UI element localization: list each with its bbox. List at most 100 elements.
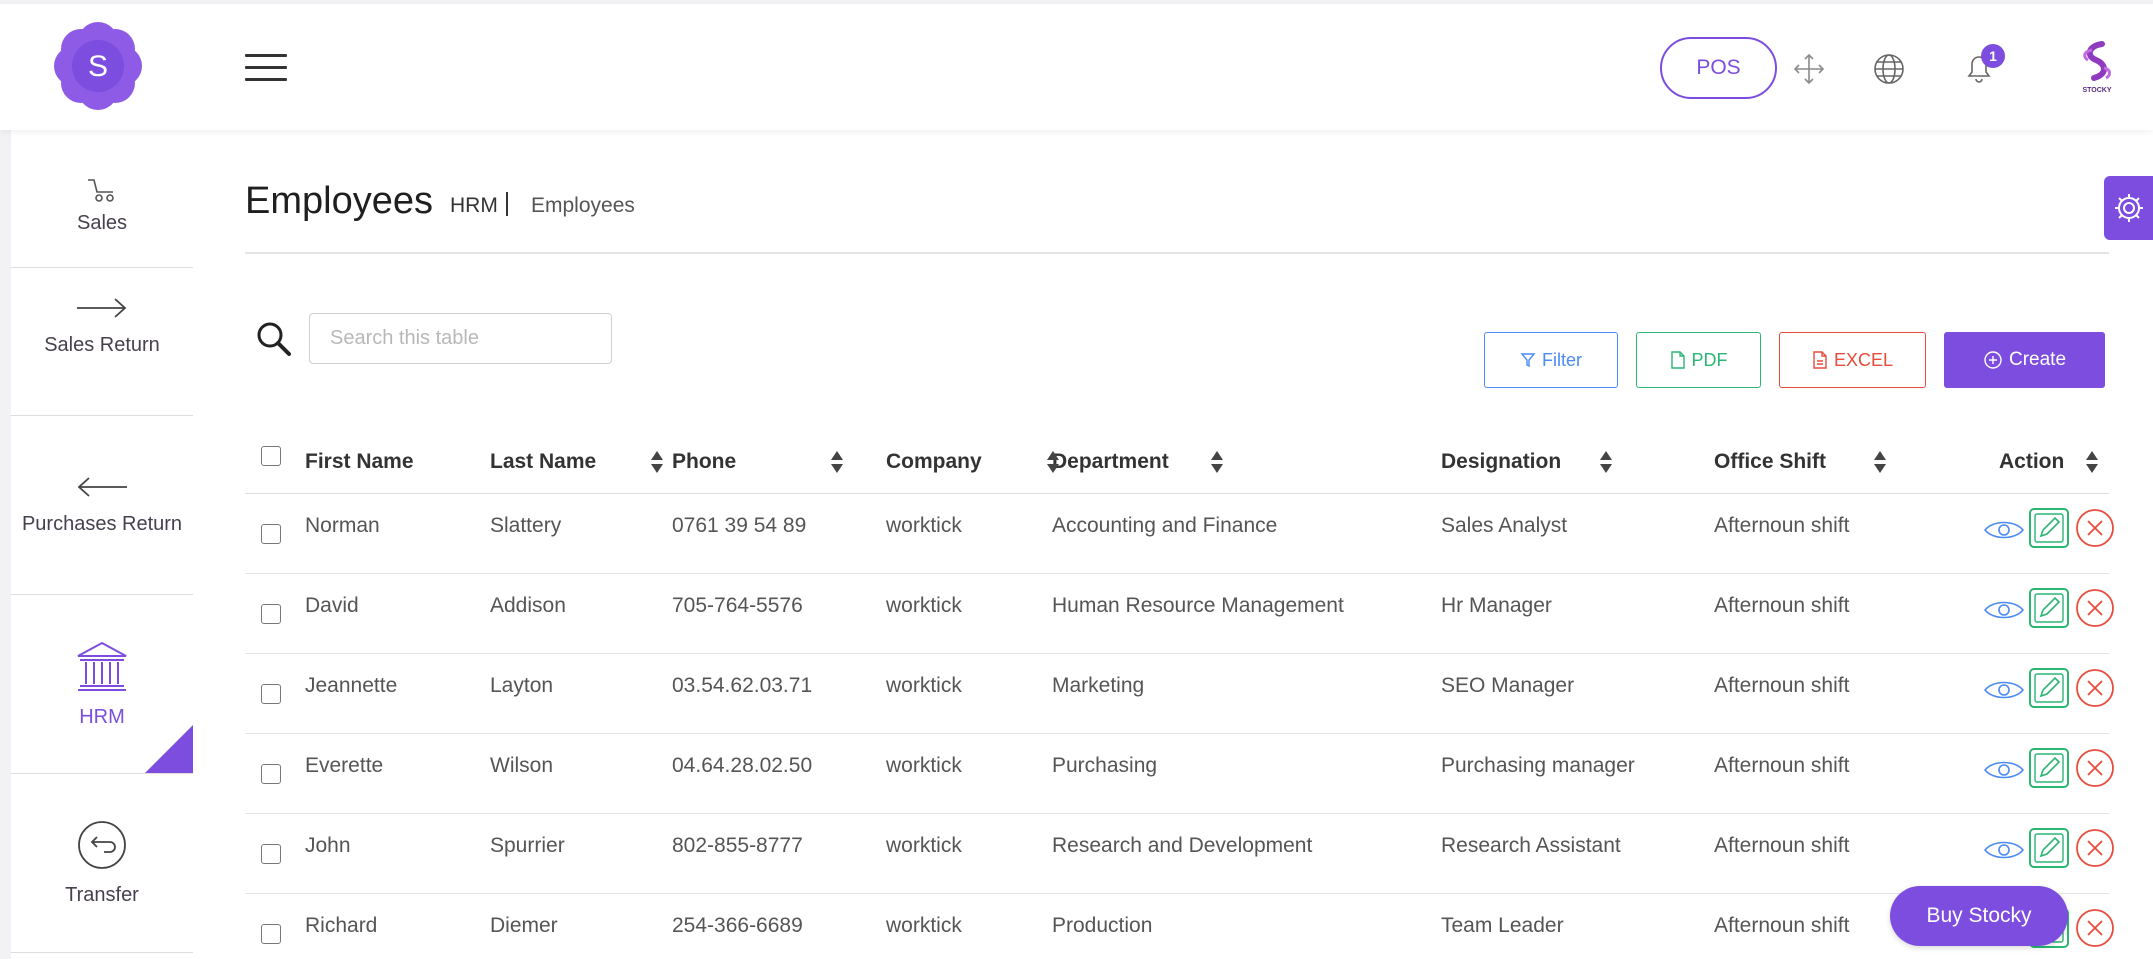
- delete-icon[interactable]: [2075, 828, 2115, 868]
- row-checkbox[interactable]: [261, 764, 281, 784]
- delete-icon[interactable]: [2075, 588, 2115, 628]
- sidebar-item-purchases-return[interactable]: Purchases Return: [11, 417, 193, 595]
- cell-department: Human Resource Management: [1052, 594, 1344, 617]
- filter-button[interactable]: Filter: [1484, 332, 1618, 388]
- sidebar-item-label: HRM: [79, 706, 125, 728]
- cell-first-name: David: [305, 594, 359, 617]
- cell-phone: 705-764-5576: [672, 594, 803, 617]
- delete-icon[interactable]: [2075, 748, 2115, 788]
- transfer-icon: [78, 821, 126, 869]
- col-office-shift[interactable]: Office Shift: [1714, 450, 1826, 474]
- edit-icon[interactable]: [2029, 668, 2069, 708]
- breadcrumb-hrm[interactable]: HRM: [450, 194, 498, 218]
- view-icon[interactable]: [1983, 838, 2025, 862]
- sort-icon[interactable]: [2085, 449, 2099, 475]
- cell-department: Purchasing: [1052, 754, 1158, 777]
- search-icon[interactable]: [255, 320, 293, 358]
- sort-icon[interactable]: [1210, 449, 1224, 475]
- select-all-checkbox[interactable]: [261, 446, 281, 466]
- row-checkbox[interactable]: [261, 604, 281, 624]
- col-designation[interactable]: Designation: [1441, 450, 1561, 474]
- sort-icon[interactable]: [1599, 449, 1613, 475]
- edit-icon[interactable]: [2029, 748, 2069, 788]
- title-divider: [245, 252, 2109, 254]
- excel-button[interactable]: EXCEL: [1779, 332, 1926, 388]
- gear-icon: [2114, 194, 2143, 222]
- sidebar-item-label: Sales Return: [44, 334, 160, 356]
- row-checkbox[interactable]: [261, 844, 281, 864]
- row-checkbox[interactable]: [261, 924, 281, 944]
- sort-icon[interactable]: [650, 449, 664, 475]
- col-phone[interactable]: Phone: [672, 450, 736, 474]
- edit-icon[interactable]: [2029, 588, 2069, 628]
- col-action: Action: [1999, 450, 2065, 473]
- cell-last-name: Layton: [490, 674, 554, 697]
- logo-letter: S: [88, 50, 108, 83]
- sidebar-item-hrm[interactable]: HRM: [11, 596, 193, 774]
- delete-icon[interactable]: [2075, 908, 2115, 948]
- cart-icon: [88, 179, 114, 202]
- cell-office-shift: Afternoun shift: [1714, 834, 1850, 857]
- cell-last-name: Spurrier: [490, 834, 565, 857]
- sort-icon[interactable]: [1046, 449, 1060, 475]
- delete-icon[interactable]: [2075, 668, 2115, 708]
- sort-icon[interactable]: [830, 449, 844, 475]
- cell-designation: Purchasing manager: [1441, 754, 1635, 777]
- view-icon[interactable]: [1983, 758, 2025, 782]
- cell-department: Production: [1052, 914, 1153, 937]
- pdf-button[interactable]: PDF: [1636, 332, 1761, 388]
- cell-phone: 03.54.62.03.71: [672, 674, 813, 697]
- cell-phone: 254-366-6689: [672, 914, 803, 937]
- edit-icon[interactable]: [2029, 508, 2069, 548]
- pos-button[interactable]: POS: [1660, 37, 1777, 99]
- cell-last-name: Slattery: [490, 514, 562, 537]
- table-row: Everette Wilson 04.64.28.02.50 worktick Purc…: [245, 734, 2114, 814]
- app-logo[interactable]: S: [52, 20, 144, 112]
- page-title: Employees: [245, 180, 433, 222]
- cell-office-shift: Afternoun shift: [1714, 754, 1850, 777]
- row-checkbox[interactable]: [261, 684, 281, 704]
- view-icon[interactable]: [1983, 678, 2025, 702]
- sidebar-item-transfer[interactable]: Transfer: [11, 775, 193, 953]
- col-department[interactable]: Department: [1052, 450, 1169, 474]
- menu-icon[interactable]: [245, 54, 287, 84]
- view-icon[interactable]: [1983, 518, 2025, 542]
- row-checkbox[interactable]: [261, 524, 281, 544]
- cell-last-name: Diemer: [490, 914, 558, 937]
- customizer-toggle[interactable]: [2104, 176, 2153, 240]
- edit-icon[interactable]: [2029, 828, 2069, 868]
- table-row: John Spurrier 802-855-8777 worktick Research…: [245, 814, 2114, 894]
- search-input[interactable]: [309, 313, 612, 364]
- cell-department: Research and Development: [1052, 834, 1313, 857]
- col-last-name[interactable]: Last Name: [490, 450, 596, 474]
- brand-caption: STOCKY: [2082, 87, 2111, 94]
- filter-label: Filter: [1542, 349, 1582, 370]
- cell-first-name: John: [305, 834, 351, 857]
- table-row: David Addison 705-764-5576 worktick Human Re…: [245, 574, 2114, 654]
- cell-office-shift: Afternoun shift: [1714, 914, 1850, 937]
- breadcrumb-employees: Employees: [531, 194, 635, 217]
- sort-icon[interactable]: [1873, 449, 1887, 475]
- create-button[interactable]: Create: [1944, 332, 2105, 388]
- cell-designation: SEO Manager: [1441, 674, 1575, 697]
- sidebar-item-label: Purchases Return: [21, 513, 183, 535]
- sidebar-item-label: Sales: [76, 212, 128, 234]
- buy-stocky-button[interactable]: Buy Stocky: [1890, 886, 2068, 946]
- filter-icon: [1520, 353, 1536, 368]
- table-row: Jeannette Layton 03.54.62.03.71 worktick Mar…: [245, 654, 2114, 734]
- col-company[interactable]: Company: [886, 450, 982, 474]
- stocky-brand-logo[interactable]: STOCKY: [2072, 40, 2122, 96]
- col-first-name[interactable]: First Name: [305, 450, 414, 474]
- table-header: First Name Last Name Phone Company Depar…: [245, 432, 2109, 494]
- cell-company: worktick: [886, 674, 962, 697]
- cell-department: Accounting and Finance: [1052, 514, 1278, 537]
- cell-phone: 802-855-8777: [672, 834, 803, 857]
- sidebar-item-sales-return[interactable]: Sales Return: [11, 238, 193, 416]
- view-icon[interactable]: [1983, 598, 2025, 622]
- delete-icon[interactable]: [2075, 508, 2115, 548]
- cell-company: worktick: [886, 594, 962, 617]
- fullscreen-icon[interactable]: [1792, 52, 1826, 86]
- globe-icon[interactable]: [1872, 52, 1906, 86]
- cell-company: worktick: [886, 514, 962, 537]
- cell-phone: 0761 39 54 89: [672, 514, 807, 537]
